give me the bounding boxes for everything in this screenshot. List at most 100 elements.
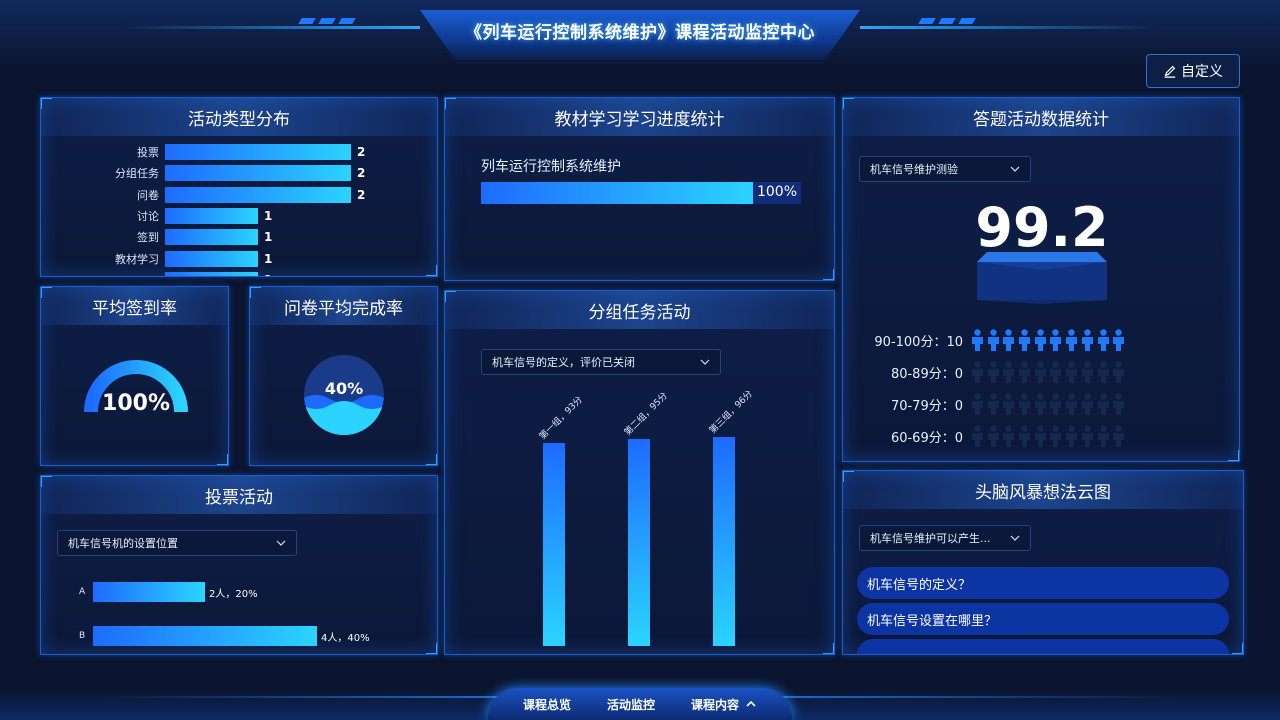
person-icons: [971, 361, 1128, 383]
person-icon: [1066, 329, 1078, 351]
quiz-select[interactable]: 机车信号维护测验: [859, 156, 1031, 182]
vote-option-key: B: [79, 631, 86, 641]
panel-title: 平均签到率: [41, 287, 228, 325]
activity-type-value: 2: [357, 187, 366, 202]
score-range-label: 90-100分：10: [871, 331, 971, 350]
chevron-down-icon: [276, 540, 286, 546]
vote-option-value: 4人，40%: [321, 632, 370, 644]
person-icon: [972, 361, 983, 383]
activity-type-value: 1: [264, 273, 272, 276]
vote-option-row: B 4人，40%: [79, 626, 370, 646]
activity-type-row: 签到 1: [81, 229, 273, 246]
person-icon: [1066, 393, 1078, 415]
idea-item[interactable]: [857, 639, 1229, 654]
group-score-label: 第二组，95分: [622, 391, 670, 438]
person-icon: [1050, 329, 1062, 351]
activity-type-value: 2: [357, 166, 366, 181]
score-range-count: 0: [954, 398, 963, 414]
activity-type-bar: [165, 186, 351, 203]
activity-type-row: 1: [81, 271, 272, 276]
group-task-panel: 分组任务活动 机车信号的定义，评价已关闭 第一组，93分 第二组，95分 第三组，9…: [444, 290, 835, 655]
person-icon: [987, 425, 999, 447]
survey-rate-panel: 问卷平均完成率 40%: [249, 286, 438, 466]
nav-course-content[interactable]: 课程内容: [691, 696, 757, 713]
bottom-nav: 课程总览 活动监控 课程内容: [488, 688, 792, 720]
person-icon: [1019, 361, 1031, 383]
activity-type-label: 讨论: [137, 209, 159, 223]
activity-type-panel: 活动类型分布 投票 2 分组任务 2 问卷 2 讨论 1 签到 1 教材学习 1 1: [40, 97, 438, 277]
survey-rate-value: 40%: [324, 379, 364, 398]
score-range-count: 10: [946, 334, 963, 350]
group-score-label: 第三组，96分: [707, 388, 755, 436]
activity-type-label: 签到: [137, 231, 159, 245]
activity-type-value: 1: [264, 251, 273, 266]
score-range-label: 70-79分：0: [871, 395, 971, 414]
panel-title: 头脑风暴想法云图: [843, 471, 1243, 509]
activity-type-bar: [165, 207, 258, 224]
score-range-text: 60-69分：: [890, 430, 955, 446]
person-icon: [1003, 425, 1015, 447]
activity-type-label: 问卷: [137, 188, 159, 202]
nav-label: 活动监控: [606, 697, 655, 712]
panel-title: 投票活动: [41, 476, 437, 514]
vote-option-value: 2人，20%: [209, 588, 258, 600]
panel-title: 教材学习学习进度统计: [445, 98, 834, 136]
activity-type-value: 2: [357, 145, 366, 159]
person-icon: [1019, 393, 1031, 415]
score-range-count: 0: [954, 430, 963, 446]
person-icon: [1097, 329, 1109, 351]
customize-label: 自定义: [1181, 64, 1223, 80]
person-icon: [987, 393, 999, 415]
person-icon: [1113, 425, 1125, 447]
score-range-label: 80-89分：0: [871, 363, 971, 382]
person-icon: [1113, 329, 1125, 351]
nav-label: 课程内容: [691, 697, 740, 712]
avg-signin-panel: 平均签到率 100%: [40, 286, 229, 466]
group-task-select[interactable]: 机车信号的定义，评价已关闭: [481, 349, 721, 375]
panel-title: 答题活动数据统计: [843, 98, 1239, 136]
nav-activity-monitor[interactable]: 活动监控: [607, 696, 655, 713]
group-score-label: 第一组，93分: [537, 395, 585, 443]
nav-course-overview[interactable]: 课程总览: [523, 696, 571, 713]
score-range-row: 80-89分：0: [871, 360, 1128, 384]
score-range-row: 90-100分：10: [871, 328, 1128, 352]
person-icons: [971, 393, 1128, 415]
signin-gauge: 100%: [81, 357, 191, 427]
vote-panel: 投票活动 机车信号机的设置位置 A 2人，20% B 4人，40%: [40, 475, 438, 655]
activity-type-bar: [165, 250, 258, 267]
header-decor-dash: [958, 18, 976, 24]
brainstorm-panel: 头脑风暴想法云图 机车信号维护可以产生... 机车信号的定义？ 机车信号设置在哪…: [842, 470, 1244, 655]
person-icon: [1019, 329, 1031, 351]
customize-button[interactable]: 自定义: [1146, 54, 1240, 88]
chevron-down-icon: [1010, 535, 1020, 541]
activity-type-value: 1: [264, 230, 273, 245]
vote-option-bar: [93, 626, 317, 646]
header-decor-left: [120, 26, 420, 29]
header-decor-dash: [318, 18, 336, 24]
person-icon: [1050, 361, 1062, 383]
person-icon: [1003, 393, 1015, 415]
activity-type-label: 分组任务: [115, 167, 159, 181]
score-range-text: 70-79分：: [890, 398, 955, 414]
person-icons: [971, 425, 1128, 447]
vote-select[interactable]: 机车信号机的设置位置: [57, 530, 297, 556]
score-range-row: 70-79分：0: [871, 392, 1128, 416]
vote-option-key: A: [79, 587, 86, 597]
person-icon: [987, 329, 999, 351]
score-range-row: 60-69分：0: [871, 424, 1128, 448]
idea-item[interactable]: 机车信号的定义？: [857, 567, 1229, 599]
activity-type-label: 投票: [137, 146, 159, 159]
activity-type-bar: [165, 165, 351, 182]
quiz-select-value: 机车信号维护测验: [870, 163, 958, 176]
activity-type-row: 教材学习 1: [81, 250, 273, 267]
person-icon: [1003, 361, 1015, 383]
idea-item[interactable]: 机车信号设置在哪里？: [857, 603, 1229, 635]
person-icon: [1097, 361, 1109, 383]
panel-title: 分组任务活动: [445, 291, 834, 329]
brainstorm-select[interactable]: 机车信号维护可以产生...: [859, 525, 1031, 551]
vote-option-row: A 2人，20%: [79, 582, 258, 602]
quiz-stats-panel: 答题活动数据统计 机车信号维护测验 99.2 90-100分：10 80-89分：…: [842, 97, 1240, 462]
group-select-value: 机车信号的定义，评价已关闭: [492, 356, 635, 369]
group-score-bar: [713, 436, 735, 646]
survey-liquid-gauge: 40%: [302, 353, 386, 437]
